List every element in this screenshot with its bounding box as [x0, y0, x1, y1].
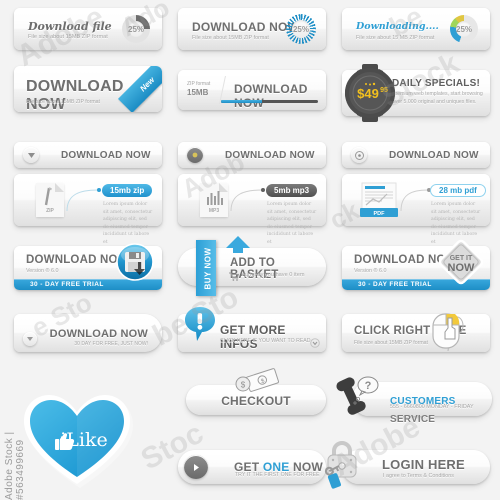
zip-size-tag: 15mb zip: [102, 184, 153, 197]
download-now-freetrial-title: DOWNLOAD NOW: [49, 328, 148, 340]
checkout-label: CHECKOUT: [221, 394, 291, 408]
zip-panel-body: Lorem ipsum dolor sit amet, consectetur …: [103, 202, 153, 245]
chevron-down-circle-icon[interactable]: [310, 338, 320, 348]
stock-code-label: Adobe Stock | #563499669: [4, 431, 26, 500]
download-progress-fill: [221, 100, 262, 103]
download-now-zip-card[interactable]: ZIP format 15MB DOWNLOAD NOW: [178, 70, 326, 110]
phone-question-icon: ?: [336, 374, 380, 416]
progress-ring-multicolor: 25%: [450, 15, 478, 43]
downloading-title: Downloading....: [356, 21, 439, 32]
download-now-button-dot[interactable]: DOWNLOAD NOW: [178, 142, 326, 168]
free-trial-subtitle: 30 DAY FOR FREE, JUST NOW!: [74, 341, 148, 347]
mp3-file-panel[interactable]: MP3 5mb mp3 Lorem ipsum dolor sit amet, …: [178, 174, 326, 245]
version-label: Version ® 6.0: [354, 268, 387, 274]
download-now-title: DOWNLOAD NOW: [192, 20, 300, 34]
service-rest: SERVICE: [390, 414, 436, 425]
mp3-file-icon: MP3: [200, 183, 228, 217]
ilike-heart-sticker[interactable]: iLike: [18, 388, 136, 492]
buy-now-ribbon[interactable]: BUY NOW: [196, 240, 216, 296]
progress-ring-percent: 25%: [128, 21, 144, 37]
buy-now-ribbon-label: BUY NOW: [203, 247, 213, 290]
login-terms-label: I agree to Terms & Conditions: [383, 473, 454, 479]
floppy-disk-download-icon[interactable]: [116, 243, 154, 281]
padlock-key-icon: [320, 440, 366, 490]
ilike-label: iLike: [60, 429, 108, 451]
service-phone: 555 - 6660800 MONDAY - FRIDAY: [390, 404, 474, 410]
connector-line: [66, 188, 101, 212]
price-cents: 95: [380, 87, 388, 94]
download-file-card[interactable]: Download file File size about 15MB ZIP f…: [14, 8, 162, 50]
progress-ring-inner: 25%: [292, 20, 310, 38]
basket-count-label: currently you have 0 item: [242, 272, 305, 278]
download-now-label: DOWNLOAD NOW: [225, 150, 315, 161]
mp3-file-label: MP3: [208, 208, 220, 214]
now-label: NOW: [448, 262, 476, 274]
new-ribbon-label: New: [137, 75, 156, 94]
login-here-title: LOGIN HERE: [382, 457, 465, 472]
mp3-size-tag: 5mb mp3: [266, 184, 318, 197]
shopping-cart-icon: [229, 272, 240, 281]
pdf-file-label: PDF: [374, 211, 386, 217]
daily-specials-title: DAILY SPECIALS!: [392, 78, 481, 89]
downloading-subtitle: File size about 15 MB ZIP format: [356, 35, 435, 41]
progress-ring-solid: 25%: [122, 15, 150, 43]
svg-text:$: $: [241, 381, 246, 390]
zip-size-label: 15MB: [187, 88, 209, 97]
exclamation-bubble-icon: [183, 305, 217, 343]
download-now-new-card[interactable]: DOWNLOAD NOW File size about 15MB ZIP fo…: [14, 66, 162, 112]
target-icon[interactable]: [351, 147, 367, 163]
pdf-file-panel[interactable]: PDF 28 mb pdf Lorem ipsum dolor sit amet…: [342, 174, 490, 245]
get-it-now-badge[interactable]: GET IT NOW: [437, 238, 485, 286]
progress-percent-label: 25%: [456, 21, 472, 37]
download-file-subtitle: File size about 15MB ZIP format: [28, 34, 108, 40]
download-now-subtitle: File size about 15MB ZIP format: [192, 35, 269, 41]
dot-circle-icon[interactable]: [187, 147, 203, 163]
download-now-button-caret[interactable]: DOWNLOAD NOW: [14, 142, 162, 168]
zip-format-label: ZIP format: [187, 81, 211, 87]
download-now-new-subtitle: File size about 15MB ZIP format: [26, 99, 101, 105]
progress-percent-label: 25%: [292, 24, 309, 34]
svg-text:?: ?: [365, 380, 372, 392]
money-coin-icon: $ $: [230, 368, 280, 395]
get-it-label: GET IT: [450, 255, 473, 262]
sticker-sheet: Download file File size about 15MB ZIP f…: [0, 0, 500, 500]
download-now-freetrial-card[interactable]: DOWNLOAD NOW 30 DAY FOR FREE, JUST NOW!: [14, 314, 162, 352]
get-more-infos-subtitle: CLICK HERE IF YOU WANT TO READ: [220, 338, 311, 344]
mp3-panel-body: Lorem ipsum dolor sit amet, consectetur …: [267, 202, 317, 245]
version-label: Version ® 6.0: [26, 268, 59, 274]
download-progress-track: [221, 100, 318, 103]
get-one-now-card[interactable]: GET ONE NOW TRY IT THE FIRST ONE FOR FRE…: [178, 450, 326, 484]
caret-down-icon[interactable]: [23, 147, 39, 163]
mouse-right-click-icon: [430, 306, 474, 352]
connector-line: [230, 188, 265, 212]
pdf-size-tag: 28 mb pdf: [430, 184, 486, 197]
arrow-right-circle-icon[interactable]: [184, 455, 208, 479]
download-now-trial-title: DOWNLOAD NOW: [26, 254, 129, 266]
daily-specials-body: Premium web templates, start browsing ov…: [392, 91, 483, 106]
price-main: $49: [357, 86, 379, 101]
get-one-subtitle: TRY IT THE FIRST ONE FOR FREE: [235, 472, 320, 478]
zip-file-icon: ZIP: [36, 183, 64, 217]
download-now-zip-title: DOWNLOAD NOW: [234, 82, 308, 110]
click-right-here-subtitle: File size about 15MB ZIP format: [354, 340, 429, 346]
download-now-label: DOWNLOAD NOW: [389, 150, 479, 161]
download-now-button-target[interactable]: DOWNLOAD NOW: [342, 142, 490, 168]
caret-down-icon[interactable]: [23, 332, 37, 346]
connector-line: [400, 188, 431, 212]
download-now-label: DOWNLOAD NOW: [61, 150, 151, 161]
pdf-file-icon: PDF: [360, 182, 398, 217]
zip-file-panel[interactable]: ZIP 15mb zip Lorem ipsum dolor sit amet,…: [14, 174, 162, 245]
up-arrow-marker: [226, 236, 250, 253]
price-seal-badge: $49 95: [344, 64, 396, 122]
download-file-title: Download file: [28, 20, 112, 33]
zip-file-label: ZIP: [46, 208, 54, 214]
downloading-card[interactable]: Downloading.... File size about 15 MB ZI…: [342, 8, 490, 50]
download-now-card-segmented[interactable]: DOWNLOAD NOW File size about 15MB ZIP fo…: [178, 8, 326, 50]
